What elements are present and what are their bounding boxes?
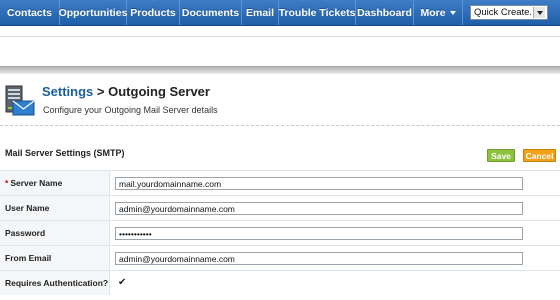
nav-dashboard[interactable]: Dashboard <box>356 0 414 25</box>
nav-documents[interactable]: Documents <box>180 0 242 25</box>
dropdown-arrow-icon <box>533 7 545 18</box>
required-marker: * <box>5 178 9 188</box>
nav-trouble-tickets[interactable]: Trouble Tickets <box>279 0 356 25</box>
form-row-user-name: User Name admin@yourdomainname.com <box>0 195 560 220</box>
save-button[interactable]: Save <box>487 149 515 162</box>
caret-down-icon <box>449 10 456 15</box>
cancel-button[interactable]: Cancel <box>523 149 556 162</box>
user-name-input[interactable]: admin@yourdomainname.com <box>115 202 523 215</box>
requires-auth-label: Requires Authentication? <box>0 271 110 295</box>
header-shadow-bar <box>0 66 560 74</box>
quick-create-select[interactable]: Quick Create... <box>470 5 548 20</box>
form-row-requires-auth: Requires Authentication? ✔ <box>0 270 560 295</box>
page-title-text: Outgoing Server <box>108 84 210 99</box>
from-email-label: From Email <box>0 246 110 270</box>
password-input[interactable]: ••••••••••• <box>115 227 523 240</box>
nav-email[interactable]: Email <box>242 0 279 25</box>
page-title: Settings > Outgoing Server <box>42 84 210 99</box>
server-name-label-text: Server Name <box>10 178 63 188</box>
breadcrumb-separator: > <box>93 84 109 99</box>
breadcrumb-settings[interactable]: Settings <box>42 84 93 99</box>
header-divider <box>0 125 560 126</box>
user-name-label: User Name <box>0 196 110 220</box>
section-title: Mail Server Settings (SMTP) <box>5 148 125 158</box>
nav-opportunities[interactable]: Opportunities <box>59 0 127 25</box>
requires-auth-checkbox[interactable]: ✔ <box>118 278 128 288</box>
server-name-input[interactable]: mail.yourdomainname.com <box>115 177 523 190</box>
server-name-label: * Server Name <box>0 171 110 195</box>
nav-more-label: More <box>420 6 446 19</box>
form-row-password: Password ••••••••••• <box>0 220 560 245</box>
nav-products[interactable]: Products <box>127 0 180 25</box>
nav-more[interactable]: More <box>414 0 463 25</box>
sub-navigation-bar <box>0 27 560 37</box>
from-email-input[interactable]: admin@yourdomainname.com <box>115 252 523 265</box>
password-label: Password <box>0 221 110 245</box>
quick-create-value: Quick Create... <box>474 7 538 18</box>
mail-server-icon <box>5 85 35 116</box>
page-description: Configure your Outgoing Mail Server deta… <box>43 105 218 115</box>
nav-contacts[interactable]: Contacts <box>0 0 60 25</box>
form-row-from-email: From Email admin@yourdomainname.com <box>0 245 560 270</box>
form-row-server-name: * Server Name mail.yourdomainname.com <box>0 170 560 195</box>
